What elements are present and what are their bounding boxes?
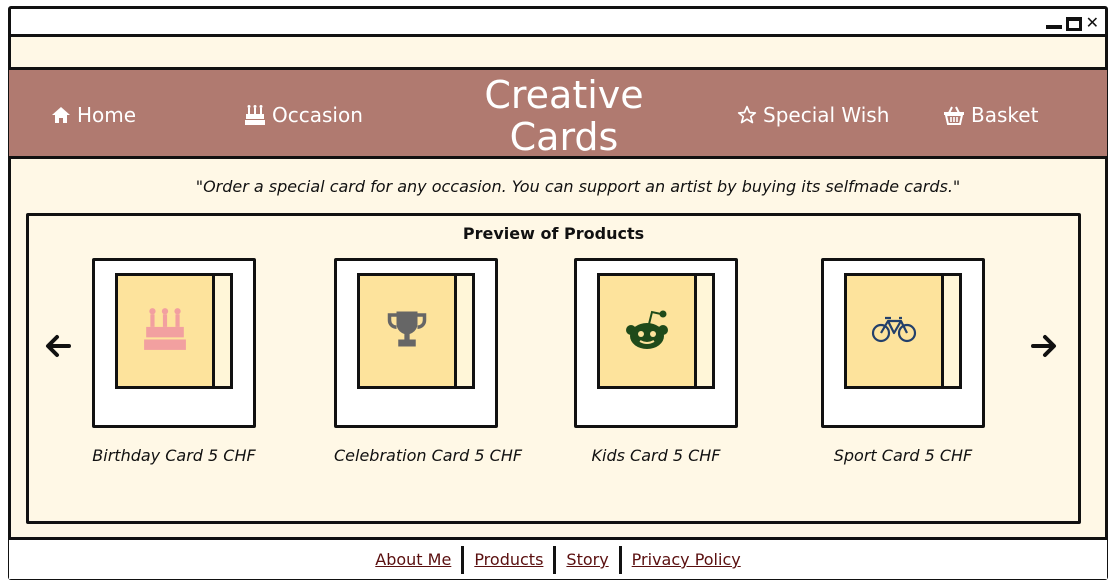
nav-basket[interactable]: Basket: [943, 103, 1038, 127]
card-front: [115, 273, 215, 389]
birthday-cake-icon: [142, 306, 188, 356]
footer-link-products[interactable]: Products: [464, 550, 553, 569]
product-card-kids[interactable]: Kids Card 5 CHF: [574, 258, 744, 465]
nav-special-wish-label: Special Wish: [763, 103, 890, 127]
tagline: "Order a special card for any occasion. …: [195, 177, 961, 196]
nav-home-label: Home: [77, 103, 137, 127]
nav-home[interactable]: Home: [51, 103, 136, 127]
trophy-icon: [386, 308, 428, 354]
product-frame: [92, 258, 256, 428]
bicycle-icon: [871, 315, 917, 347]
window-titlebar: ✕: [11, 9, 1105, 37]
nav-occasion-label: Occasion: [272, 103, 363, 127]
brand-logo[interactable]: Creative Cards: [449, 74, 679, 158]
product-card-celebration[interactable]: Celebration Card 5 CHF: [334, 258, 523, 465]
footer-link-story[interactable]: Story: [556, 550, 618, 569]
product-label: Birthday Card 5 CHF: [92, 446, 256, 465]
preview-title: Preview of Products: [462, 224, 645, 243]
product-preview: Preview of Products Birthday Card 5 CHF …: [26, 213, 1081, 524]
product-label: Kids Card 5 CHF: [591, 446, 721, 465]
arrow-left-icon[interactable]: [43, 331, 73, 361]
maximize-icon[interactable]: [1065, 17, 1082, 31]
window-controls: ✕: [1045, 13, 1099, 31]
nav-occasion[interactable]: Occasion: [244, 103, 363, 127]
product-label: Celebration Card 5 CHF: [334, 446, 523, 465]
brand-line-1: Creative: [484, 73, 644, 117]
brand-line-2: Cards: [509, 115, 619, 159]
star-outline-icon: [737, 105, 757, 125]
app-window: ✕ Home Occasion Creative Cards Special W…: [8, 6, 1108, 580]
card-front: [597, 273, 697, 389]
product-card-sport[interactable]: Sport Card 5 CHF: [821, 258, 991, 465]
arrow-right-icon[interactable]: [1029, 331, 1059, 361]
product-card-birthday[interactable]: Birthday Card 5 CHF: [92, 258, 262, 465]
nav-special-wish[interactable]: Special Wish: [737, 103, 889, 127]
minimize-icon[interactable]: [1045, 25, 1062, 29]
footer-link-about-me[interactable]: About Me: [365, 550, 461, 569]
basket-icon: [943, 105, 965, 125]
product-frame: [334, 258, 498, 428]
card-front: [844, 273, 944, 389]
product-frame: [821, 258, 985, 428]
footer: About Me Products Story Privacy Policy: [9, 537, 1107, 579]
footer-link-privacy-policy[interactable]: Privacy Policy: [622, 550, 751, 569]
home-icon: [51, 106, 71, 124]
nav-basket-label: Basket: [971, 103, 1039, 127]
reddit-alien-icon: [623, 306, 671, 356]
main-navbar: Home Occasion Creative Cards Special Wis…: [9, 67, 1107, 159]
product-label: Sport Card 5 CHF: [833, 446, 973, 465]
card-front: [357, 273, 457, 389]
birthday-cake-icon: [244, 104, 266, 126]
product-frame: [574, 258, 738, 428]
close-icon[interactable]: ✕: [1086, 15, 1099, 31]
